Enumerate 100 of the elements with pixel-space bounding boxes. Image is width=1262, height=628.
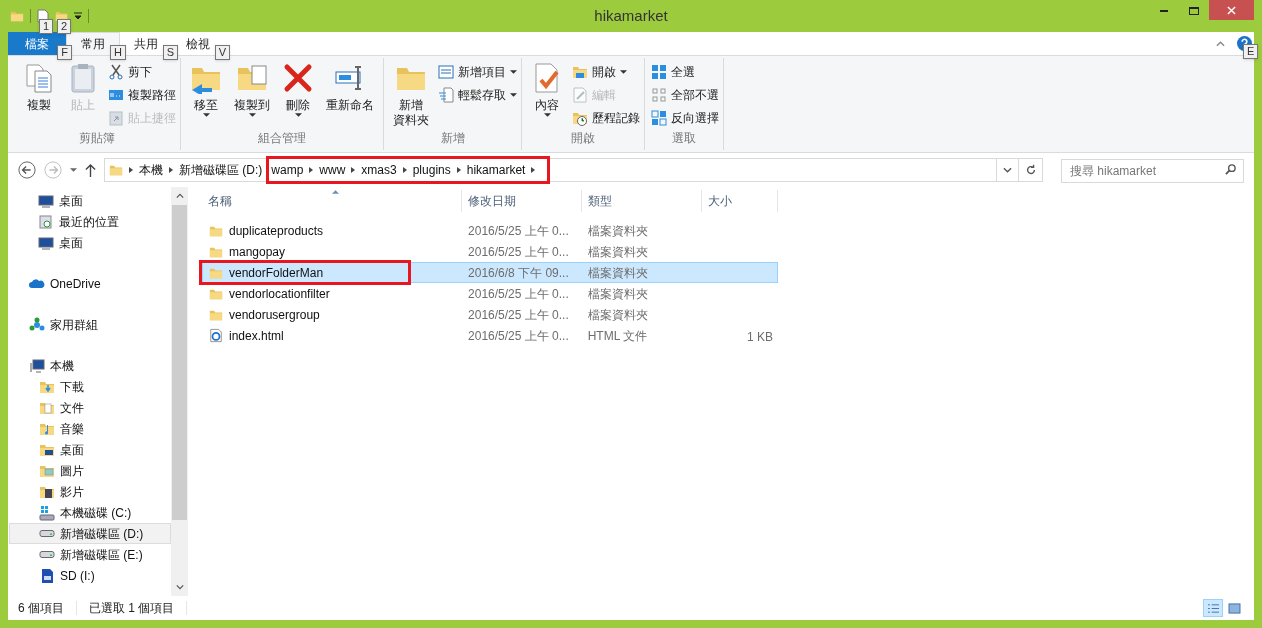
ribbon-button[interactable]: 刪除: [277, 62, 319, 129]
column-header[interactable]: 大小: [702, 190, 778, 212]
tiles-icon: [1227, 602, 1241, 614]
nav-item[interactable]: 桌面: [9, 439, 171, 460]
breadcrumb[interactable]: plugins: [412, 161, 451, 179]
scroll-down-icon[interactable]: [175, 584, 184, 590]
caret-icon: [510, 70, 517, 74]
nav-item[interactable]: 文件: [9, 397, 171, 418]
file-name: vendorlocationfilter: [229, 285, 330, 303]
ribbon-button[interactable]: 全選: [651, 62, 719, 82]
ribbon-button[interactable]: 全部不選: [651, 85, 719, 105]
nav-item[interactable]: 下載: [9, 376, 171, 397]
file-row[interactable]: vendorFolderMan 2016/6/8 下午 09... 檔案資料夾: [202, 262, 778, 283]
table-cell-text: 2016/5/25 上午 0...: [467, 306, 570, 324]
ribbon-button[interactable]: 移至: [185, 62, 227, 129]
breadcrumb[interactable]: www: [319, 161, 346, 179]
file-row[interactable]: vendorlocationfilter 2016/5/25 上午 0... 檔案資料夾: [202, 283, 778, 304]
table-cell-text: 檔案資料夾: [586, 243, 649, 261]
window-title: hikamarket: [594, 5, 668, 26]
nav-item[interactable]: 桌面: [9, 190, 171, 211]
path-icon: [108, 87, 124, 103]
column-header[interactable]: 類型: [582, 190, 702, 212]
back-icon[interactable]: [18, 161, 36, 179]
nav-item[interactable]: 最近的位置: [9, 211, 171, 232]
open-folder-icon: [572, 64, 588, 80]
dropdown-icon[interactable]: [74, 12, 82, 20]
close-icon: [1227, 5, 1236, 15]
table-cell-text: HTML 文件: [586, 327, 649, 345]
breadcrumb-arrow-icon: [309, 167, 314, 173]
ribbon-button[interactable]: 歷程記錄: [572, 108, 640, 128]
details-icon: [1206, 602, 1220, 614]
breadcrumb[interactable]: hikamarket: [466, 161, 526, 179]
nav-item[interactable]: 影片: [9, 481, 171, 502]
caret-icon: [620, 70, 627, 74]
drive-icon: [39, 551, 55, 558]
monitor-icon: [38, 192, 54, 209]
ribbon-button[interactable]: 複製到: [229, 62, 275, 129]
breadcrumb-arrow-icon: [402, 167, 407, 173]
file-row[interactable]: index.html 2016/5/25 上午 0... HTML 文件 1 KB: [202, 325, 778, 346]
history-caret-icon[interactable]: [70, 168, 77, 172]
breadcrumb-arrow-icon: [169, 167, 173, 173]
table-cell-text: 檔案資料夾: [586, 306, 649, 324]
nav-item[interactable]: 音樂: [9, 418, 171, 439]
invert-selection-icon: [651, 110, 667, 126]
collapse-chevron-icon[interactable]: [1216, 40, 1225, 47]
address-bar[interactable]: 本機 新增磁碟區 (D:) wamp www xmas3 plugins hikamarket: [104, 158, 1043, 182]
nav-item[interactable]: OneDrive: [9, 273, 171, 294]
easy-access-icon: [438, 87, 454, 103]
keytip: H: [110, 45, 126, 60]
group-label: 選取: [672, 130, 696, 147]
scrollbar[interactable]: [171, 187, 188, 596]
ribbon-button[interactable]: 複製路徑: [108, 85, 176, 105]
column-header[interactable]: 修改日期: [462, 190, 582, 212]
up-arrow-icon[interactable]: [85, 163, 96, 177]
nav-item[interactable]: 本機磁碟 (C:): [9, 502, 171, 523]
ribbon-button[interactable]: 反向選擇: [651, 108, 719, 128]
selection-count: 已選取 1 個項目: [89, 600, 175, 617]
ribbon-button[interactable]: 新增 資料夾: [388, 62, 434, 129]
nav-item[interactable]: 圖片: [9, 460, 171, 481]
file-row[interactable]: mangopay 2016/5/25 上午 0... 檔案資料夾: [202, 241, 778, 262]
select-none-icon: [651, 87, 667, 103]
table-cell-text: 2016/6/8 下午 09...: [467, 264, 570, 282]
table-cell-text: 檔案資料夾: [586, 264, 649, 282]
nav-item[interactable]: SD (I:): [9, 565, 171, 586]
details-view-button[interactable]: [1203, 599, 1223, 617]
nav-item[interactable]: 新增磁碟區 (E:): [9, 544, 171, 565]
breadcrumb[interactable]: wamp: [271, 161, 304, 179]
network-icon: [29, 316, 45, 333]
ribbon-button[interactable]: 複製: [18, 62, 60, 129]
file-name: duplicateproducts: [229, 222, 324, 240]
group-label: 新增: [440, 130, 465, 147]
pencil-icon: [572, 87, 588, 103]
ribbon-button[interactable]: 剪下: [108, 62, 176, 82]
item-count: 6 個項目: [18, 600, 64, 617]
breadcrumb[interactable]: 新增磁碟區 (D:): [179, 161, 263, 179]
ribbon-button[interactable]: 重新命名: [321, 62, 379, 129]
breadcrumb-arrow-icon: [129, 167, 133, 173]
scroll-up-icon[interactable]: [175, 193, 184, 199]
nav-item[interactable]: 桌面: [9, 232, 171, 253]
column-header[interactable]: 名稱: [202, 190, 462, 212]
ribbon-button[interactable]: 開啟: [572, 62, 640, 82]
breadcrumb[interactable]: xmas3: [361, 161, 397, 179]
keytip: E: [1243, 44, 1259, 59]
shortcut-icon: [108, 110, 124, 126]
ribbon-button[interactable]: 新增項目: [438, 62, 517, 82]
ribbon-button[interactable]: 內容: [526, 62, 568, 129]
file-row[interactable]: duplicateproducts 2016/5/25 上午 0... 檔案資料夾: [202, 220, 778, 241]
caret-icon: [510, 93, 517, 97]
nav-item[interactable]: 本機: [9, 355, 171, 376]
file-row[interactable]: vendorusergroup 2016/5/25 上午 0... 檔案資料夾: [202, 304, 778, 325]
breadcrumb[interactable]: 本機: [139, 161, 163, 179]
search-field[interactable]: 搜尋 hikamarket: [1061, 159, 1244, 183]
nav-item[interactable]: 新增磁碟區 (D:): [9, 523, 171, 544]
table-cell-text: 檔案資料夾: [586, 222, 649, 240]
caret-icon: [202, 113, 210, 117]
ribbon-button[interactable]: 輕鬆存取: [438, 85, 517, 105]
group-label: 剪貼簿: [79, 130, 115, 147]
select-all-icon: [651, 64, 667, 80]
nav-item[interactable]: 家用群組: [9, 314, 171, 335]
new-item-icon: [438, 64, 454, 80]
